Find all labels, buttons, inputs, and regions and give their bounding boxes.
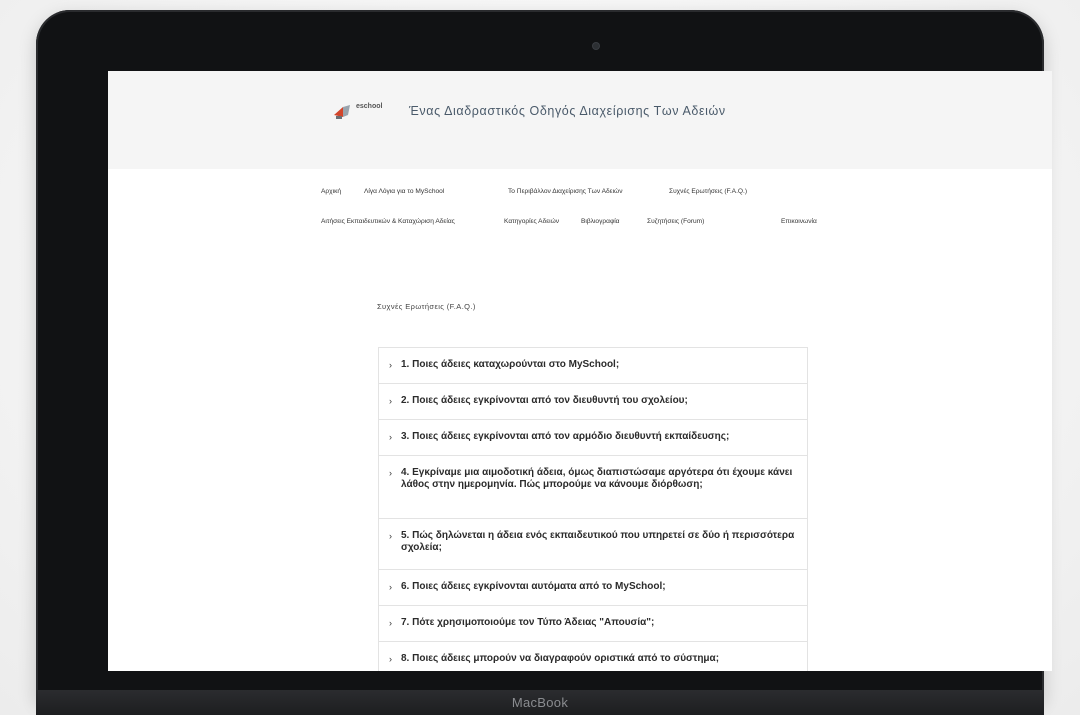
faq-item[interactable]: › 3. Ποιες άδειες εγκρίνονται από τον αρ… (379, 420, 807, 456)
nav-item-applications[interactable]: Αιτήσεις Εκπαιδευτικών & Καταχώριση Αδεί… (321, 218, 455, 225)
faq-question: 6. Ποιες άδειες εγκρίνονται αυτόματα από… (401, 581, 666, 592)
chevron-right-icon: › (389, 396, 392, 406)
logo-text: eschool (356, 103, 383, 110)
chevron-right-icon: › (389, 582, 392, 592)
nav-item-about-myschool[interactable]: Λίγα Λόγια για το MySchool (364, 188, 444, 195)
faq-question: 8. Ποιες άδειες μπορούν να διαγραφούν ορ… (401, 653, 720, 664)
nav-item-home[interactable]: Αρχική (321, 188, 341, 195)
chevron-right-icon: › (389, 654, 392, 664)
faq-question: 5. Πώς δηλώνεται η άδεια ενός εκπαιδευτι… (401, 530, 795, 553)
faq-accordion: › 1. Ποιες άδειες καταχωρούνται στο MySc… (378, 347, 808, 671)
stage: eschool Ένας Διαδραστικός Οδηγός Διαχείρ… (0, 0, 1080, 715)
camera-dot (593, 43, 599, 49)
chevron-right-icon: › (389, 531, 392, 541)
nav-item-leave-categories[interactable]: Κατηγορίες Αδειών (504, 218, 559, 225)
page-heading: Συχνές Ερωτήσεις (F.A.Q.) (377, 302, 476, 311)
laptop-lid: eschool Ένας Διαδραστικός Οδηγός Διαχείρ… (36, 10, 1052, 700)
nav-row-secondary: Αιτήσεις Εκπαιδευτικών & Καταχώριση Αδεί… (321, 218, 861, 230)
browser-screen: eschool Ένας Διαδραστικός Οδηγός Διαχείρ… (108, 71, 1052, 671)
faq-item[interactable]: › 1. Ποιες άδειες καταχωρούνται στο MySc… (379, 348, 807, 384)
laptop-base: MacBook (36, 690, 1044, 715)
faq-item[interactable]: › 5. Πώς δηλώνεται η άδεια ενός εκπαιδευ… (379, 519, 807, 570)
faq-question: 1. Ποιες άδειες καταχωρούνται στο MyScho… (401, 359, 620, 370)
chevron-right-icon: › (389, 432, 392, 442)
faq-question: 4. Εγκρίναμε μια αιμοδοτική άδεια, όμως … (401, 467, 793, 490)
chevron-right-icon: › (389, 360, 392, 370)
faq-item[interactable]: › 6. Ποιες άδειες εγκρίνονται αυτόματα α… (379, 570, 807, 606)
nav-row-primary: Αρχική Λίγα Λόγια για το MySchool Το Περ… (321, 188, 841, 200)
nav-item-bibliography[interactable]: Βιβλιογραφία (581, 218, 620, 225)
faq-question: 2. Ποιες άδειες εγκρίνονται από τον διευ… (401, 395, 688, 406)
faq-question: 7. Πότε χρησιμοποιούμε τον Τύπο Άδειας "… (401, 617, 655, 628)
nav-item-faq[interactable]: Συχνές Ερωτήσεις (F.A.Q.) (669, 188, 747, 195)
faq-item[interactable]: › 7. Πότε χρησιμοποιούμε τον Τύπο Άδειας… (379, 606, 807, 642)
chevron-right-icon: › (389, 618, 392, 628)
logo-icon (334, 105, 350, 119)
site-header: eschool Ένας Διαδραστικός Οδηγός Διαχείρ… (108, 71, 1052, 169)
nav-item-environment[interactable]: Το Περιβάλλον Διαχείρισης Των Αδειών (508, 188, 623, 195)
faq-item[interactable]: › 2. Ποιες άδειες εγκρίνονται από τον δι… (379, 384, 807, 420)
chevron-right-icon: › (389, 468, 392, 478)
faq-item[interactable]: › 4. Εγκρίναμε μια αιμοδοτική άδεια, όμω… (379, 456, 807, 519)
device-brand: MacBook (511, 695, 569, 710)
nav-item-forum[interactable]: Συζητήσεις (Forum) (647, 218, 704, 225)
site-title[interactable]: Ένας Διαδραστικός Οδηγός Διαχείρισης Των… (409, 104, 726, 118)
faq-item[interactable]: › 8. Ποιες άδειες μπορούν να διαγραφούν … (379, 642, 807, 671)
nav-item-contact[interactable]: Επικοινωνία (781, 218, 817, 225)
faq-question: 3. Ποιες άδειες εγκρίνονται από τον αρμό… (401, 431, 730, 442)
site-logo[interactable]: eschool (334, 101, 396, 121)
